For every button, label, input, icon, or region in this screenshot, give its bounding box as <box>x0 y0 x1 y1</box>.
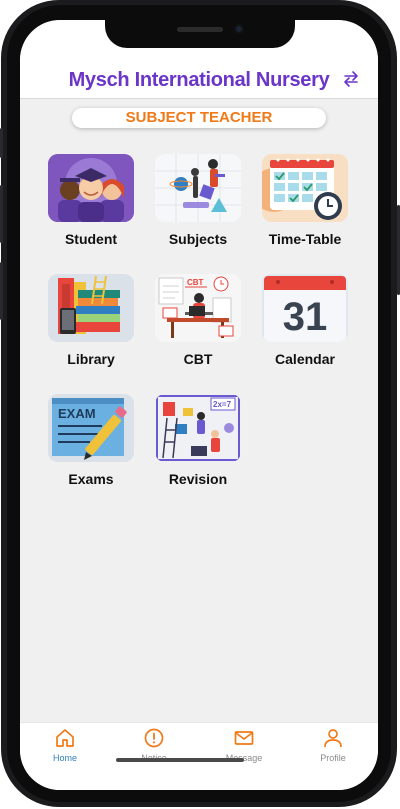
tile-subjects[interactable]: Subjects <box>137 154 247 254</box>
tab-profile[interactable]: Profile <box>288 723 378 773</box>
math-text: 2x=7 <box>213 400 232 409</box>
tile-calendar[interactable]: 31 Calendar <box>244 274 354 374</box>
home-indicator[interactable] <box>116 758 244 762</box>
calendar-day: 31 <box>283 295 328 339</box>
tile-student[interactable]: Student <box>30 154 140 254</box>
timetable-icon <box>262 154 348 222</box>
exam-text: EXAM <box>58 406 96 421</box>
tab-home[interactable]: Home <box>20 723 110 773</box>
tile-time-table[interactable]: Time-Table <box>244 154 354 254</box>
tile-revision[interactable]: 2x=7 Revision <box>137 394 247 494</box>
tab-label: Profile <box>320 753 346 763</box>
user-icon <box>324 729 342 748</box>
app-title: Mysch International Nursery <box>68 69 330 91</box>
cbt-text: CBT <box>187 278 204 287</box>
screen: Mysch International Nursery SUBJECT TEAC… <box>20 20 378 790</box>
tile-label: CBT <box>183 351 213 367</box>
tile-label: Library <box>67 351 115 367</box>
alert-circle-icon <box>144 728 164 748</box>
tile-library[interactable]: Library <box>30 274 140 374</box>
tab-notice[interactable]: Notice <box>109 723 199 773</box>
notch <box>105 20 295 48</box>
tile-label: Calendar <box>275 351 335 367</box>
tile-cbt[interactable]: CBT CBT <box>137 274 247 374</box>
tile-label: Exams <box>68 471 114 487</box>
speaker <box>177 27 223 32</box>
tab-label: Home <box>52 753 77 763</box>
mail-icon <box>234 731 254 745</box>
tab-bar: Home Notice Message Profile <box>20 722 378 790</box>
side-button-left-3 <box>0 262 3 320</box>
students-icon <box>48 154 134 222</box>
exams-icon: EXAM <box>48 394 134 462</box>
tile-label: Time-Table <box>268 231 342 247</box>
home-icon <box>56 729 74 747</box>
library-icon <box>48 274 134 342</box>
tile-exams[interactable]: EXAM Exams <box>30 394 140 494</box>
tile-label: Revision <box>168 471 228 487</box>
role-badge: SUBJECT TEACHER <box>72 108 326 128</box>
tile-label: Student <box>64 231 118 247</box>
tile-label: Subjects <box>168 231 228 247</box>
side-button-left-1 <box>0 128 3 158</box>
revision-icon: 2x=7 <box>155 394 241 462</box>
subjects-icon <box>155 154 241 222</box>
cbt-icon: CBT <box>155 274 241 342</box>
tab-message[interactable]: Message <box>199 723 289 773</box>
swap-arrows-icon[interactable] <box>342 70 360 88</box>
side-button-left-2 <box>0 185 3 243</box>
calendar-icon: 31 <box>262 274 348 342</box>
camera-icon <box>234 24 244 34</box>
